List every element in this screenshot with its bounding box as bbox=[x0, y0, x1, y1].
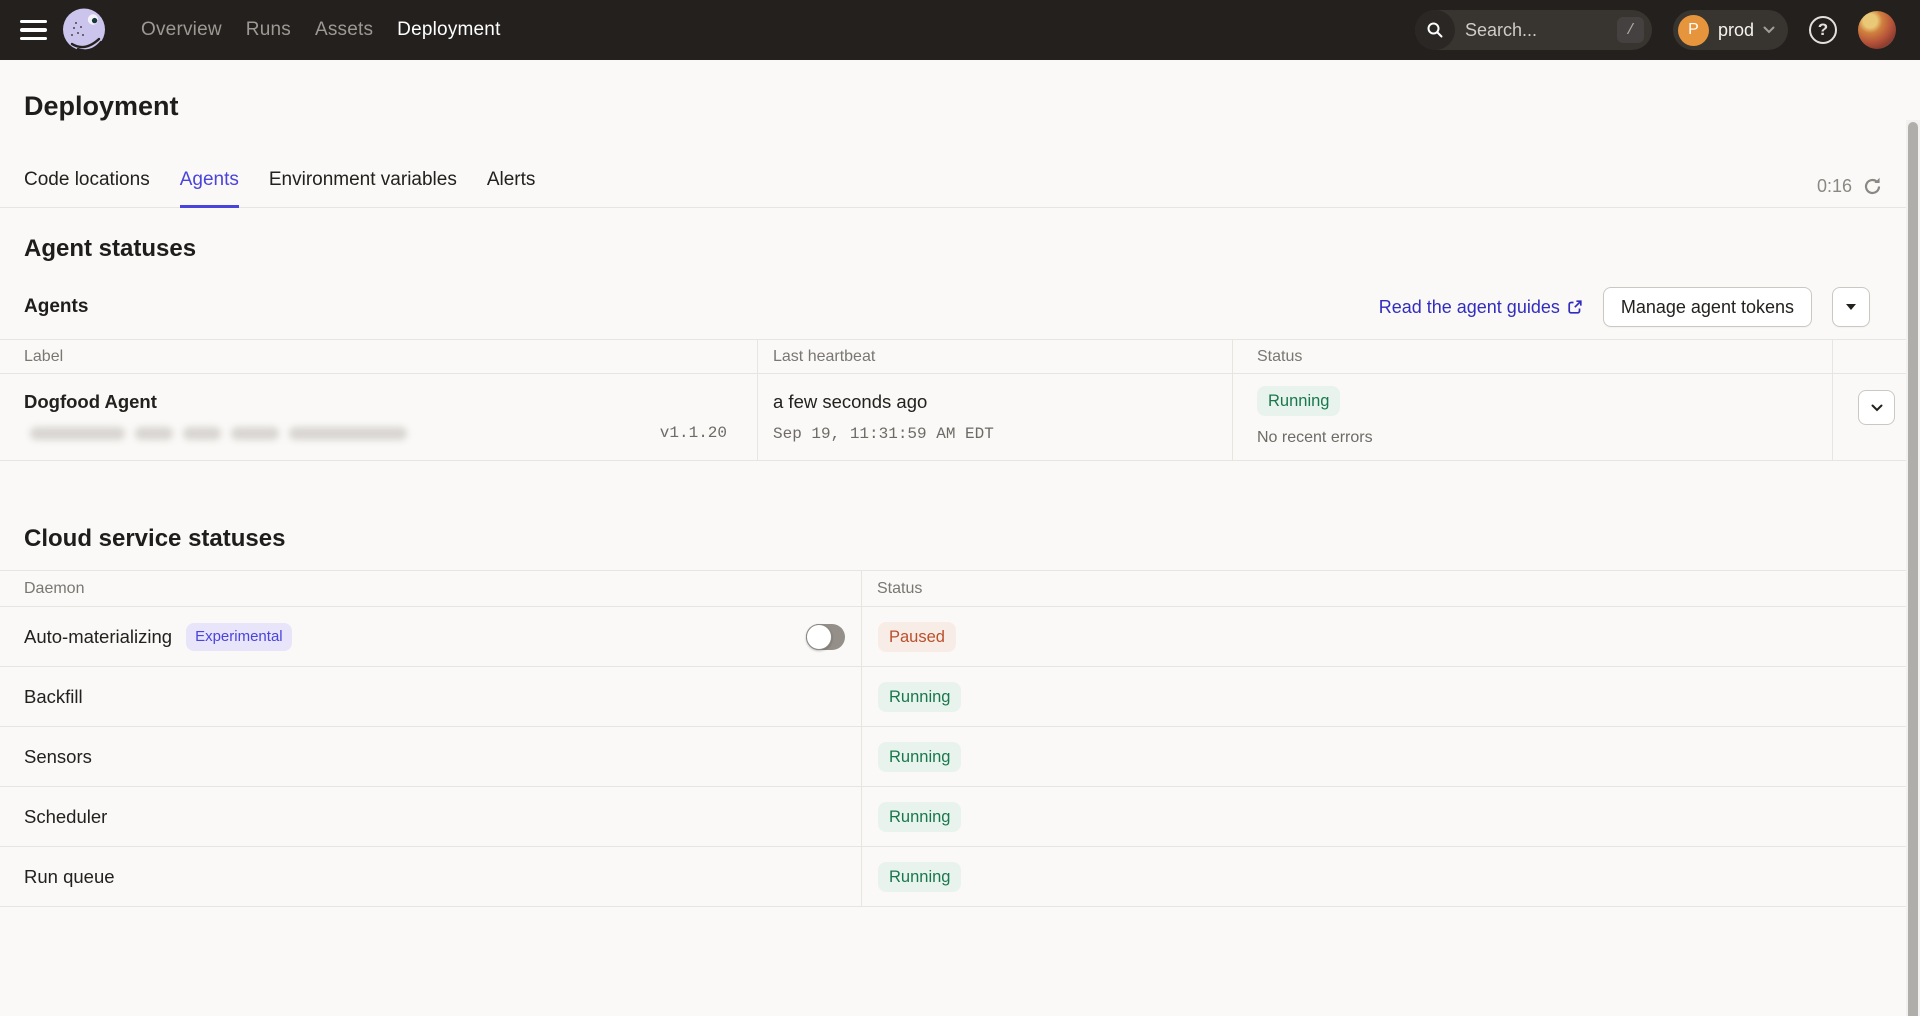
agent-guides-link[interactable]: Read the agent guides bbox=[1379, 297, 1583, 318]
status-cell-auto-materializing: Paused bbox=[862, 607, 1920, 667]
page-title: Deployment bbox=[0, 60, 1920, 123]
cloud-col-status: Status bbox=[862, 571, 1920, 607]
refresh-icon[interactable] bbox=[1862, 176, 1883, 197]
deployment-tabs: Code locations Agents Environment variable… bbox=[0, 169, 1920, 208]
scrollbar-thumb[interactable] bbox=[1908, 122, 1918, 1016]
search-bar[interactable]: / bbox=[1415, 10, 1652, 50]
primary-nav: Overview Runs Assets Deployment bbox=[141, 19, 501, 41]
agent-row-expand-button[interactable] bbox=[1858, 390, 1895, 425]
agents-col-status: Status bbox=[1233, 340, 1833, 374]
menu-icon[interactable] bbox=[20, 20, 47, 41]
agent-tokens-menu-button[interactable] bbox=[1832, 287, 1870, 327]
refresh-countdown: 0:16 bbox=[1817, 176, 1852, 197]
agents-toolbar: Agents Read the agent guides Manage agen… bbox=[0, 287, 1920, 327]
daemon-name: Scheduler bbox=[24, 806, 107, 828]
agents-subheading: Agents bbox=[24, 296, 88, 318]
daemon-name: Sensors bbox=[24, 746, 92, 768]
tab-alerts[interactable]: Alerts bbox=[487, 169, 536, 207]
agent-statuses-heading: Agent statuses bbox=[0, 235, 1920, 263]
status-badge: Paused bbox=[878, 622, 956, 652]
toggle-knob bbox=[806, 624, 832, 650]
agents-toolbar-actions: Read the agent guides Manage agent token… bbox=[1379, 287, 1870, 327]
deployment-switcher[interactable]: P prod bbox=[1673, 10, 1788, 50]
status-cell-sensors: Running bbox=[862, 727, 1920, 787]
status-badge: Running bbox=[878, 742, 961, 772]
search-icon bbox=[1415, 10, 1455, 50]
dagster-logo-icon[interactable] bbox=[60, 6, 108, 54]
deployment-page: Deployment Code locations Agents Environme… bbox=[0, 60, 1920, 1016]
chevron-down-icon bbox=[1871, 404, 1883, 412]
agents-col-heartbeat: Last heartbeat bbox=[758, 340, 1233, 374]
agent-guides-link-label: Read the agent guides bbox=[1379, 297, 1560, 318]
help-icon[interactable]: ? bbox=[1809, 16, 1837, 44]
agent-heartbeat-timestamp: Sep 19, 11:31:59 AM EDT bbox=[773, 425, 1232, 443]
search-shortcut-key: / bbox=[1617, 17, 1644, 43]
manage-agent-tokens-button[interactable]: Manage agent tokens bbox=[1603, 287, 1812, 327]
agent-version: v1.1.20 bbox=[660, 424, 727, 442]
status-cell-scheduler: Running bbox=[862, 787, 1920, 847]
daemon-name: Run queue bbox=[24, 866, 115, 888]
deployment-name: prod bbox=[1718, 20, 1754, 41]
experimental-badge: Experimental bbox=[186, 623, 292, 651]
tab-code-locations[interactable]: Code locations bbox=[24, 169, 150, 207]
daemon-cell-scheduler: Scheduler bbox=[0, 787, 862, 847]
status-cell-run-queue: Running bbox=[862, 847, 1920, 907]
agent-name: Dogfood Agent bbox=[24, 391, 757, 413]
nav-item-deployment[interactable]: Deployment bbox=[397, 19, 500, 41]
cloud-col-daemon: Daemon bbox=[0, 571, 862, 607]
agent-status-cell: Running No recent errors bbox=[1233, 374, 1833, 460]
nav-item-assets[interactable]: Assets bbox=[315, 19, 373, 41]
user-avatar[interactable] bbox=[1858, 11, 1896, 49]
external-link-icon bbox=[1567, 299, 1583, 315]
daemon-cell-run-queue: Run queue bbox=[0, 847, 862, 907]
daemon-cell-backfill: Backfill bbox=[0, 667, 862, 727]
cloud-service-statuses-heading: Cloud service statuses bbox=[0, 525, 1920, 553]
agent-status-note: No recent errors bbox=[1257, 429, 1832, 447]
status-badge: Running bbox=[878, 682, 961, 712]
agent-id-redacted bbox=[30, 427, 407, 440]
daemon-cell-auto-materializing: Auto-materializing Experimental bbox=[0, 607, 862, 667]
octopus-logo-graphic bbox=[60, 6, 108, 54]
refresh-timer-group: 0:16 bbox=[1817, 176, 1883, 197]
vertical-scrollbar[interactable] bbox=[1906, 120, 1920, 1016]
status-cell-backfill: Running bbox=[862, 667, 1920, 727]
agents-col-label: Label bbox=[0, 340, 758, 374]
search-input[interactable] bbox=[1455, 20, 1617, 41]
daemon-name: Backfill bbox=[24, 686, 83, 708]
status-badge: Running bbox=[878, 862, 961, 892]
status-badge: Running bbox=[878, 802, 961, 832]
top-navbar: Overview Runs Assets Deployment / P prod ? bbox=[0, 0, 1920, 60]
auto-materializing-toggle[interactable] bbox=[806, 624, 845, 650]
caret-down-icon bbox=[1846, 304, 1856, 310]
agent-heartbeat-cell: a few seconds ago Sep 19, 11:31:59 AM ED… bbox=[758, 374, 1233, 460]
deployment-initial-badge: P bbox=[1678, 15, 1709, 46]
tab-environment-variables[interactable]: Environment variables bbox=[269, 169, 457, 207]
chevron-down-icon bbox=[1763, 26, 1775, 34]
daemon-cell-sensors: Sensors bbox=[0, 727, 862, 787]
navbar-right-group: / P prod ? bbox=[1415, 10, 1896, 50]
agent-label-cell: Dogfood Agent v1.1.20 bbox=[0, 374, 758, 460]
agent-heartbeat-relative: a few seconds ago bbox=[773, 391, 1232, 413]
cloud-services-table: Daemon Status Auto-materializing Experime… bbox=[0, 570, 1920, 907]
agents-table: Label Last heartbeat Status Dogfood Agen… bbox=[0, 339, 1920, 461]
nav-item-overview[interactable]: Overview bbox=[141, 19, 222, 41]
tab-agents[interactable]: Agents bbox=[180, 169, 239, 207]
daemon-name: Auto-materializing bbox=[24, 626, 172, 648]
agent-status-badge: Running bbox=[1257, 386, 1340, 416]
nav-item-runs[interactable]: Runs bbox=[246, 19, 291, 41]
